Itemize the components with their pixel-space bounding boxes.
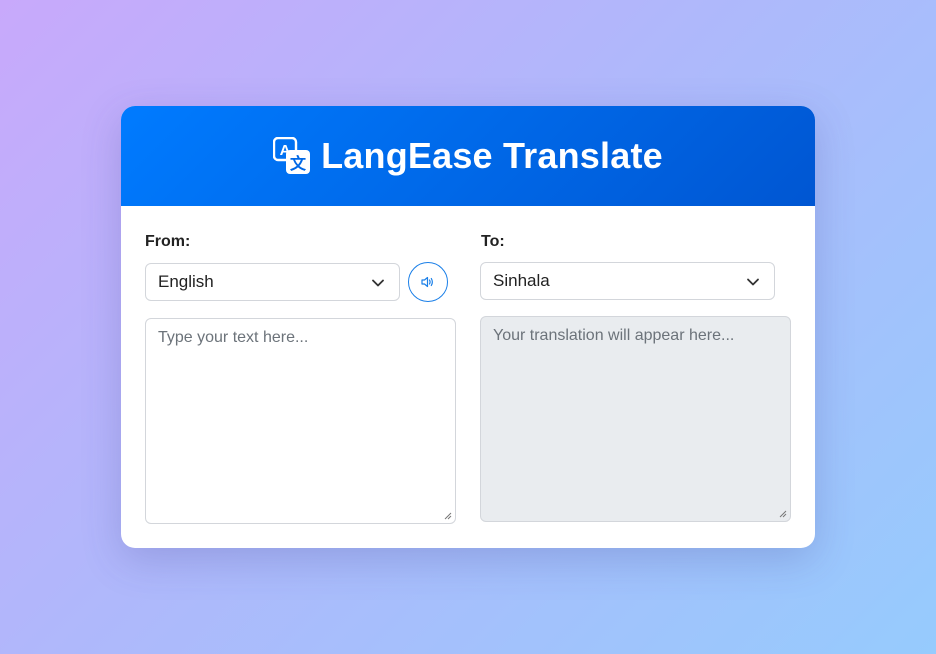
chevron-down-icon (747, 278, 759, 286)
target-language-value: Sinhala (493, 271, 550, 290)
translator-card: A 文 LangEase Translate From: English Typ… (121, 106, 815, 548)
target-label: To: (481, 233, 505, 250)
source-label: From: (145, 233, 191, 250)
source-text-input[interactable]: Type your text here... (145, 318, 456, 524)
source-language-select[interactable]: English (145, 263, 400, 301)
chevron-down-icon (372, 279, 384, 287)
resize-handle-icon[interactable] (779, 510, 787, 518)
target-placeholder: Your translation will appear here... (493, 327, 735, 344)
target-language-select[interactable]: Sinhala (480, 262, 775, 300)
speak-button[interactable] (408, 262, 448, 302)
translation-output[interactable]: Your translation will appear here... (480, 316, 791, 522)
source-placeholder: Type your text here... (158, 329, 309, 346)
app-header: A 文 LangEase Translate (121, 106, 815, 206)
svg-text:文: 文 (290, 154, 307, 173)
resize-handle-icon[interactable] (444, 512, 452, 520)
source-language-value: English (158, 272, 214, 291)
translate-icon: A 文 (272, 136, 311, 175)
app-title: LangEase Translate (321, 135, 663, 176)
speaker-icon (421, 276, 433, 288)
